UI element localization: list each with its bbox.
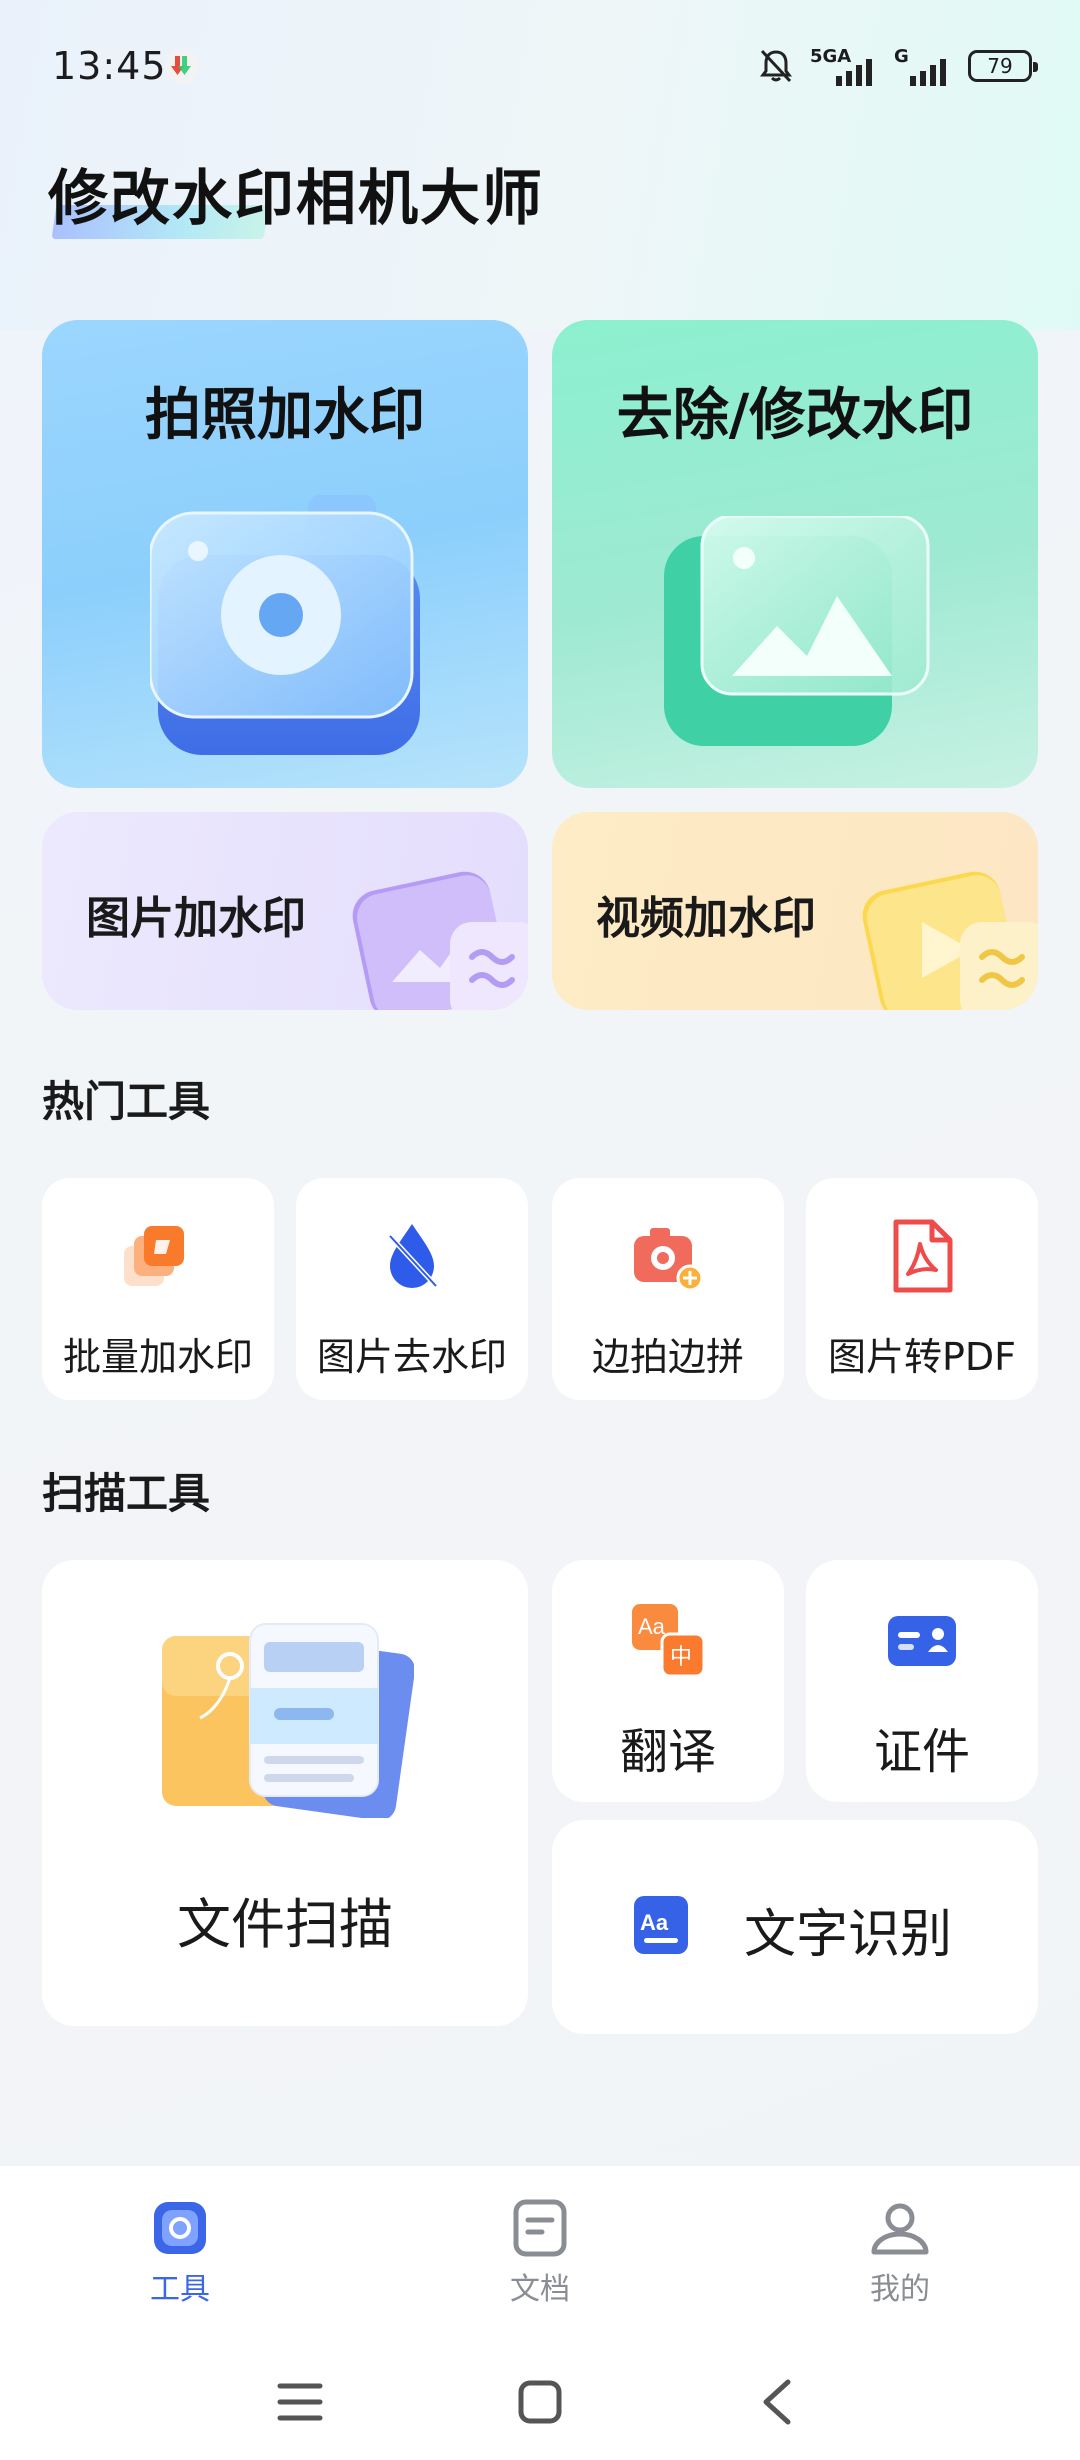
download-notification-icon: [165, 49, 199, 83]
network-type-2: G: [894, 46, 909, 67]
svg-text:Aa: Aa: [640, 1910, 669, 1935]
document-icon: [513, 2199, 567, 2257]
mute-bell-icon: [760, 49, 792, 83]
folder-document-icon: [162, 1623, 414, 1818]
signal-bars-icon-2: [910, 59, 946, 86]
nav-tools-label: 工具: [150, 2272, 210, 2307]
image-watermark-card[interactable]: 图片加水印: [42, 812, 528, 1010]
pdf-icon: [893, 1219, 953, 1293]
image-edit-icon: [664, 516, 930, 746]
status-right: 5GA G 79: [756, 44, 1038, 88]
ocr-card[interactable]: Aa 文字识别: [552, 1820, 1038, 2034]
nav-documents-label: 文档: [510, 2272, 570, 2307]
remove-watermark-image-tool[interactable]: 图片去水印: [296, 1178, 528, 1400]
drop-remove-icon: [388, 1224, 438, 1288]
translate-card[interactable]: Aa 中 翻译: [552, 1560, 784, 1802]
remove-watermark-title: 去除/修改水印: [616, 383, 974, 448]
translate-icon: Aa 中: [632, 1604, 706, 1678]
image-watermark-title: 图片加水印: [86, 893, 306, 944]
profile-icon: [871, 2203, 929, 2255]
nav-profile-label: 我的: [870, 2272, 930, 2307]
svg-text:Aa: Aa: [638, 1614, 666, 1639]
translate-label: 翻译: [619, 1724, 716, 1780]
video-watermark-card[interactable]: 视频加水印: [552, 812, 1038, 1010]
nav-documents[interactable]: 文档: [450, 2196, 630, 2336]
batch-watermark-icon: [124, 1226, 184, 1286]
home-icon[interactable]: [516, 2378, 564, 2426]
battery-level: 79: [987, 54, 1013, 78]
system-navigation-bar: [0, 2342, 1080, 2460]
signal-5ga: 5GA: [810, 46, 880, 86]
file-scan-card[interactable]: 文件扫描: [42, 1560, 528, 2026]
status-time: 13:45: [52, 44, 167, 88]
id-card-card[interactable]: 证件: [806, 1560, 1038, 1802]
batch-watermark-label: 批量加水印: [62, 1335, 253, 1379]
shoot-and-stitch-tool[interactable]: 边拍边拼: [552, 1178, 784, 1400]
video-icon: [862, 871, 1038, 1010]
id-card-label: 证件: [873, 1724, 970, 1780]
text-recognition-icon: Aa: [634, 1896, 688, 1954]
signal-g: G: [894, 46, 954, 86]
camera-icon: [150, 495, 420, 755]
file-scan-label: 文件扫描: [177, 1893, 393, 1956]
batch-watermark-tool[interactable]: 批量加水印: [42, 1178, 274, 1400]
video-watermark-title: 视频加水印: [596, 893, 816, 944]
id-card-icon: [888, 1616, 956, 1666]
status-bar: 13:45 5GA G 79: [0, 0, 1080, 140]
svg-text:中: 中: [670, 1645, 692, 1670]
bottom-navigation: 工具 文档 我的: [0, 2166, 1080, 2342]
remove-watermark-card[interactable]: 去除/修改水印: [552, 320, 1038, 788]
tools-icon: [154, 2202, 206, 2254]
shoot-and-stitch-label: 边拍边拼: [591, 1335, 744, 1379]
menu-icon[interactable]: [276, 2380, 324, 2424]
camera-plus-icon: [634, 1228, 704, 1292]
hot-tools-title: 热门工具: [42, 1077, 211, 1126]
image-to-pdf-tool[interactable]: 图片转PDF: [806, 1178, 1038, 1400]
picture-icon: [352, 871, 528, 1010]
remove-watermark-image-label: 图片去水印: [316, 1335, 507, 1379]
signal-bars-icon: [836, 59, 872, 86]
add-watermark-photo-card[interactable]: 拍照加水印: [42, 320, 528, 788]
app-title: 修改水印相机大师: [48, 164, 544, 234]
battery-indicator: 79: [968, 50, 1038, 82]
add-watermark-photo-title: 拍照加水印: [145, 383, 425, 448]
nav-profile[interactable]: 我的: [810, 2196, 990, 2336]
scan-tools-title: 扫描工具: [42, 1469, 211, 1518]
image-to-pdf-label: 图片转PDF: [827, 1335, 1017, 1379]
ocr-label: 文字识别: [744, 1905, 953, 1965]
back-icon[interactable]: [758, 2378, 798, 2426]
nav-tools[interactable]: 工具: [90, 2196, 270, 2336]
